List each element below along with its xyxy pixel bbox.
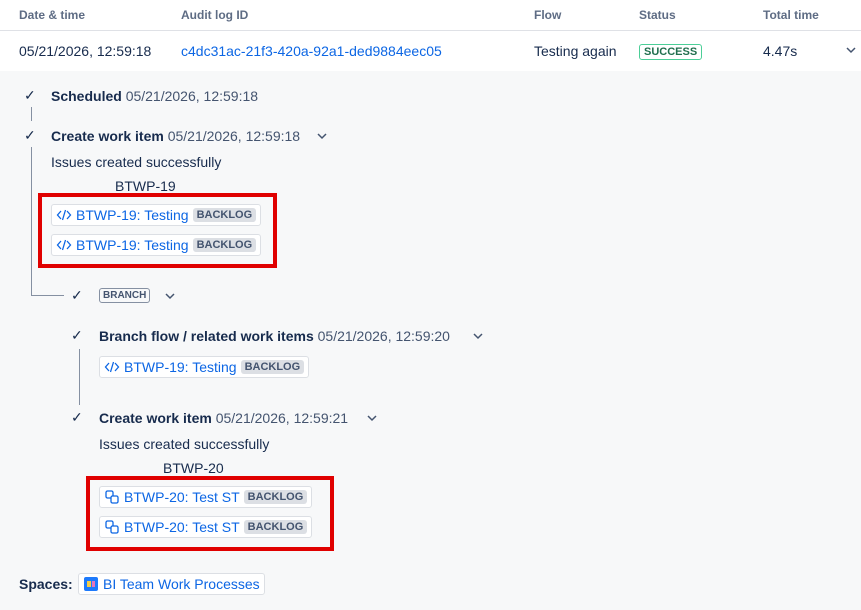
step-title: Scheduled: [51, 88, 122, 104]
step-time: 05/21/2026, 12:59:21: [215, 410, 349, 426]
spaces-label: Spaces:: [19, 576, 73, 592]
chevron-down-icon[interactable]: [164, 289, 176, 305]
code-icon: [104, 361, 120, 373]
step-time: 05/21/2026, 12:59:20: [317, 328, 450, 344]
issue-key: BTWP-19: [115, 178, 176, 194]
row-total-time: 4.47s: [763, 43, 798, 59]
table-header: Date & time Audit log ID Flow Status Tot…: [0, 0, 861, 31]
branch-badge: BRANCH: [99, 288, 151, 303]
highlight-box: [38, 193, 277, 268]
audit-detail-panel: ✓ Scheduled 05/21/2026, 12:59:18 ✓ Creat…: [0, 71, 861, 610]
header-audit-id: Audit log ID: [181, 8, 249, 22]
step-branch-flow: Branch flow / related work items 05/21/2…: [99, 328, 450, 344]
status-badge: SUCCESS: [639, 44, 703, 60]
highlight-box: [86, 476, 334, 551]
chevron-down-icon[interactable]: [316, 129, 328, 145]
tree-connector: [79, 349, 80, 405]
space-icon: [84, 577, 98, 591]
tree-connector: [31, 295, 64, 296]
work-item-link-text: BTWP-19: Testing: [124, 359, 237, 375]
space-link[interactable]: BI Team Work Processes: [78, 573, 265, 595]
step-title: Create work item: [99, 410, 212, 426]
check-icon: ✓: [24, 127, 36, 143]
tree-connector: [31, 107, 32, 121]
step-create-work-item-2: Create work item 05/21/2026, 12:59:21: [99, 410, 348, 426]
step-title: Create work item: [51, 128, 164, 144]
work-item-link[interactable]: BTWP-19: Testing BACKLOG: [99, 356, 310, 378]
audit-log-link[interactable]: c4dc31ac-21f3-420a-92a1-ded9884eec05: [181, 43, 442, 59]
header-total-time: Total time: [763, 8, 819, 22]
issue-key: BTWP-20: [163, 460, 224, 476]
step-time: 05/21/2026, 12:59:18: [167, 128, 301, 144]
step-scheduled: Scheduled 05/21/2026, 12:59:18: [51, 88, 258, 104]
chevron-down-icon[interactable]: [472, 329, 484, 345]
check-icon: ✓: [71, 327, 83, 343]
check-icon: ✓: [71, 287, 83, 303]
header-status: Status: [639, 8, 676, 22]
status-lozenge: BACKLOG: [240, 360, 305, 374]
check-icon: ✓: [24, 87, 36, 103]
step-create-work-item-1: Create work item 05/21/2026, 12:59:18: [51, 128, 300, 144]
row-flow: Testing again: [534, 43, 617, 59]
expand-chevron-icon[interactable]: [845, 44, 857, 59]
step-time: 05/21/2026, 12:59:18: [125, 88, 259, 104]
step-title: Branch flow / related work items: [99, 328, 314, 344]
step-message: Issues created successfully: [99, 436, 270, 452]
check-icon: ✓: [71, 409, 83, 425]
header-flow: Flow: [534, 8, 562, 22]
step-message: Issues created successfully: [51, 154, 222, 170]
row-date: 05/21/2026, 12:59:18: [19, 43, 152, 59]
header-date: Date & time: [19, 8, 86, 22]
tree-connector: [31, 147, 32, 295]
table-row[interactable]: 05/21/2026, 12:59:18 c4dc31ac-21f3-420a-…: [0, 31, 861, 71]
chevron-down-icon[interactable]: [366, 411, 378, 427]
space-name: BI Team Work Processes: [103, 576, 260, 592]
